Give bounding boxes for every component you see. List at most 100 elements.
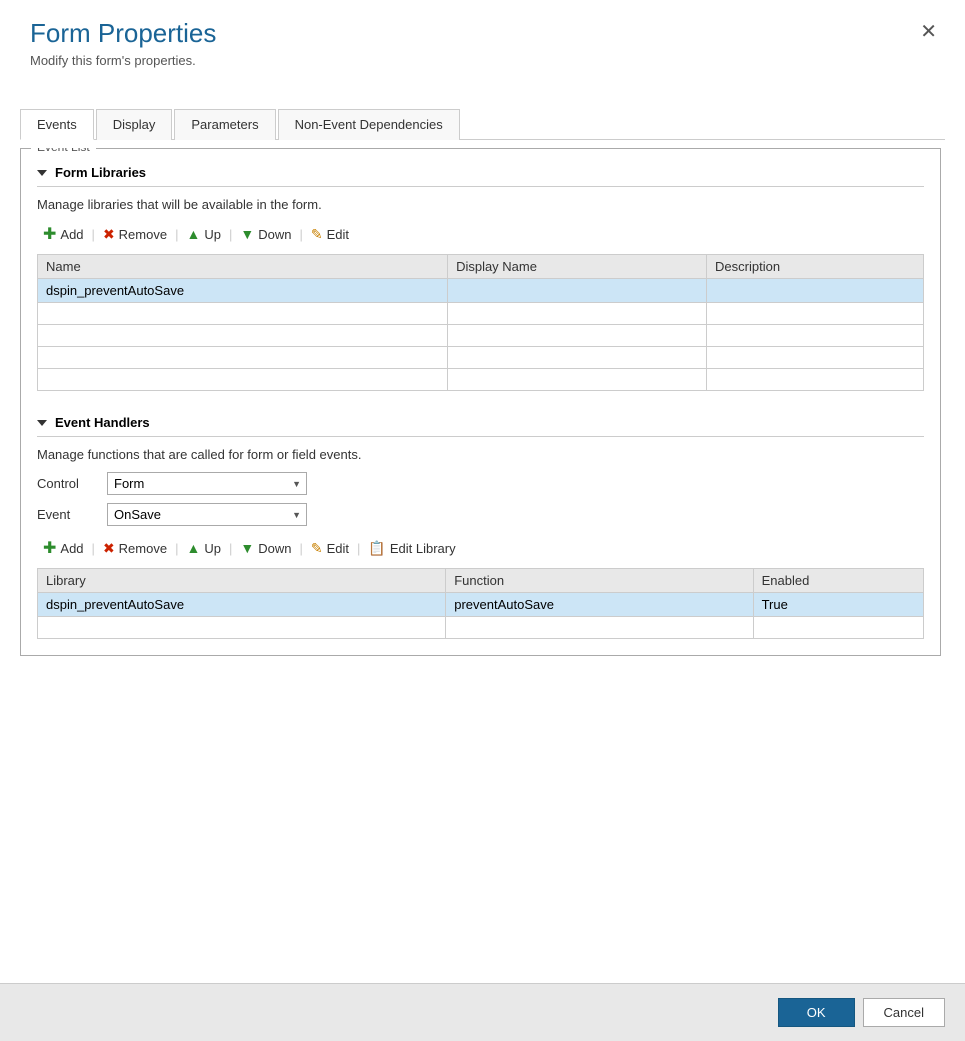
up-icon: ▲ [186,226,200,242]
control-row: Control Form [37,472,924,495]
fl-remove-button[interactable]: ✖ Remove [97,224,173,245]
fl-table-header-row: Name Display Name Description [38,255,924,279]
tab-display[interactable]: Display [96,109,173,140]
form-libraries-desc: Manage libraries that will be available … [37,197,924,212]
form-libraries-title: Form Libraries [55,165,146,180]
fl-col-description: Description [707,255,924,279]
eh-down-button[interactable]: ▼ Down [234,538,297,558]
event-handlers-divider [37,436,924,437]
fl-down-button[interactable]: ▼ Down [234,224,297,244]
event-handlers-collapse-arrow[interactable] [37,420,47,426]
event-handlers-toolbar: ✚ Add | ✖ Remove | ▲ Up | ▼ [37,536,924,560]
eh-row-1-library: dspin_preventAutoSave [38,593,446,617]
eh-remove-button[interactable]: ✖ Remove [97,538,173,559]
event-handlers-title: Event Handlers [55,415,150,430]
form-properties-dialog: Form Properties Modify this form's prope… [0,0,965,1041]
eh-sep3: | [227,541,234,556]
fl-add-label: Add [60,227,83,242]
form-libraries-toolbar: ✚ Add | ✖ Remove | ▲ Up | ▼ [37,222,924,246]
eh-sep5: | [355,541,362,556]
eh-sep2: | [173,541,180,556]
eh-empty-row-1 [38,617,924,639]
sep1: | [90,227,97,242]
event-list-legend: Event List [31,148,96,154]
eh-remove-icon: ✖ [103,540,115,557]
tabs-bar: Events Display Parameters Non-Event Depe… [20,108,945,140]
event-select[interactable]: OnSave [107,503,307,526]
fl-down-label: Down [258,227,291,242]
fl-row-1[interactable]: dspin_preventAutoSave [38,279,924,303]
sep4: | [297,227,304,242]
dialog-footer: OK Cancel [0,983,965,1041]
tab-non-event-dependencies[interactable]: Non-Event Dependencies [278,109,460,140]
event-handlers-header: Event Handlers [37,415,924,430]
eh-table-header-row: Library Function Enabled [38,569,924,593]
add-icon: ✚ [43,224,56,244]
fl-col-display-name: Display Name [448,255,707,279]
fl-empty-row-2 [38,325,924,347]
eh-sep1: | [90,541,97,556]
eh-row-1-enabled: True [753,593,923,617]
eh-remove-label: Remove [119,541,167,556]
fl-row-1-display-name [448,279,707,303]
form-libraries-header: Form Libraries [37,165,924,180]
eh-edit-label: Edit [327,541,349,556]
event-select-wrapper: OnSave [107,503,307,526]
eh-up-button[interactable]: ▲ Up [180,538,226,558]
tab-events[interactable]: Events [20,109,94,140]
event-label: Event [37,507,107,522]
ok-button[interactable]: OK [778,998,855,1027]
edit-icon: ✎ [311,226,323,243]
eh-add-button[interactable]: ✚ Add [37,536,90,560]
eh-row-1[interactable]: dspin_preventAutoSave preventAutoSave Tr… [38,593,924,617]
fl-row-1-name: dspin_preventAutoSave [38,279,448,303]
fl-up-label: Up [204,227,221,242]
remove-icon: ✖ [103,226,115,243]
eh-edit-library-label: Edit Library [390,541,456,556]
form-libraries-table: Name Display Name Description dspin_prev… [37,254,924,391]
eh-row-1-function: preventAutoSave [446,593,753,617]
eh-col-function: Function [446,569,753,593]
dialog-header: Form Properties Modify this form's prope… [0,0,965,78]
fl-add-button[interactable]: ✚ Add [37,222,90,246]
eh-edit-button[interactable]: ✎ Edit [305,538,355,559]
fl-empty-row-4 [38,369,924,391]
tab-parameters[interactable]: Parameters [174,109,275,140]
control-label: Control [37,476,107,491]
control-select[interactable]: Form [107,472,307,495]
down-icon: ▼ [240,226,254,242]
eh-fields: Control Form Event OnSave [37,472,924,526]
form-libraries-collapse-arrow[interactable] [37,170,47,176]
fl-up-button[interactable]: ▲ Up [180,224,226,244]
eh-down-label: Down [258,541,291,556]
form-libraries-divider [37,186,924,187]
eh-down-icon: ▼ [240,540,254,556]
event-row: Event OnSave [37,503,924,526]
eh-edit-icon: ✎ [311,540,323,557]
fl-edit-label: Edit [327,227,349,242]
dialog-title: Form Properties [30,18,216,49]
fl-empty-row-3 [38,347,924,369]
cancel-button[interactable]: Cancel [863,998,945,1027]
fl-remove-label: Remove [119,227,167,242]
eh-edit-library-icon: 📋 [368,540,385,557]
eh-add-icon: ✚ [43,538,56,558]
fl-row-1-description [707,279,924,303]
close-button[interactable]: ✕ [912,18,945,46]
event-handlers-table: Library Function Enabled dspin_preventAu… [37,568,924,639]
eh-up-icon: ▲ [186,540,200,556]
eh-sep4: | [297,541,304,556]
sep2: | [173,227,180,242]
eh-col-library: Library [38,569,446,593]
header-text: Form Properties Modify this form's prope… [30,18,216,68]
fl-col-name: Name [38,255,448,279]
eh-up-label: Up [204,541,221,556]
eh-edit-library-button[interactable]: 📋 Edit Library [362,538,461,559]
control-select-wrapper: Form [107,472,307,495]
eh-add-label: Add [60,541,83,556]
fl-edit-button[interactable]: ✎ Edit [305,224,355,245]
dialog-subtitle: Modify this form's properties. [30,53,216,68]
eh-col-enabled: Enabled [753,569,923,593]
scrollable-pane[interactable]: Event List Form Libraries Manage librari… [20,148,945,983]
event-list-box: Event List Form Libraries Manage librari… [20,148,941,656]
